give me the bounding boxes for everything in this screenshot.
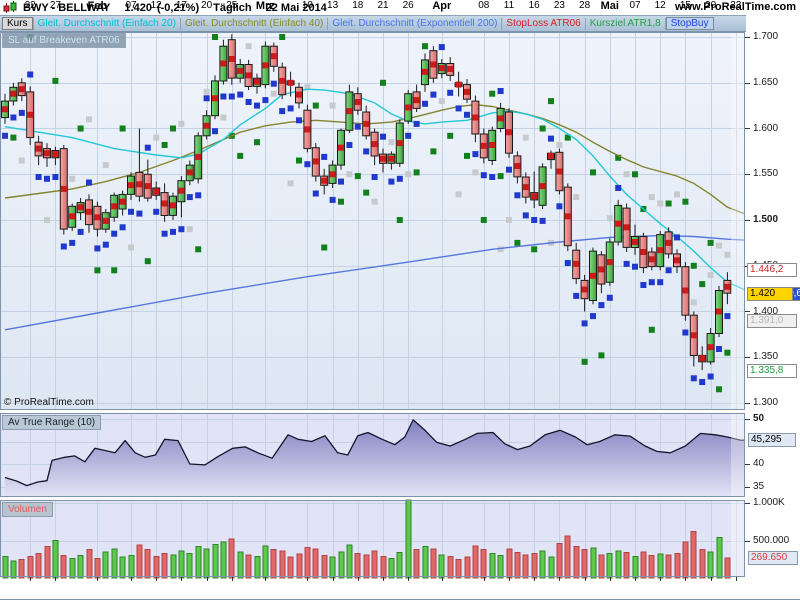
chart-svg — [0, 32, 800, 600]
sl-breakeven-tab[interactable]: SL auf Breakeven ATR06 — [2, 33, 126, 48]
prorealtime-window: BWY - BELLWAY 1.420 (-0,21%) Täglich 22 … — [0, 0, 800, 600]
volume-indicator-tab[interactable]: Volumen — [2, 502, 53, 517]
copyright-label: © ProRealTime.com — [4, 397, 94, 408]
future-margin — [731, 32, 745, 577]
atr-indicator-tab[interactable]: Av True Range (10) — [2, 415, 102, 430]
